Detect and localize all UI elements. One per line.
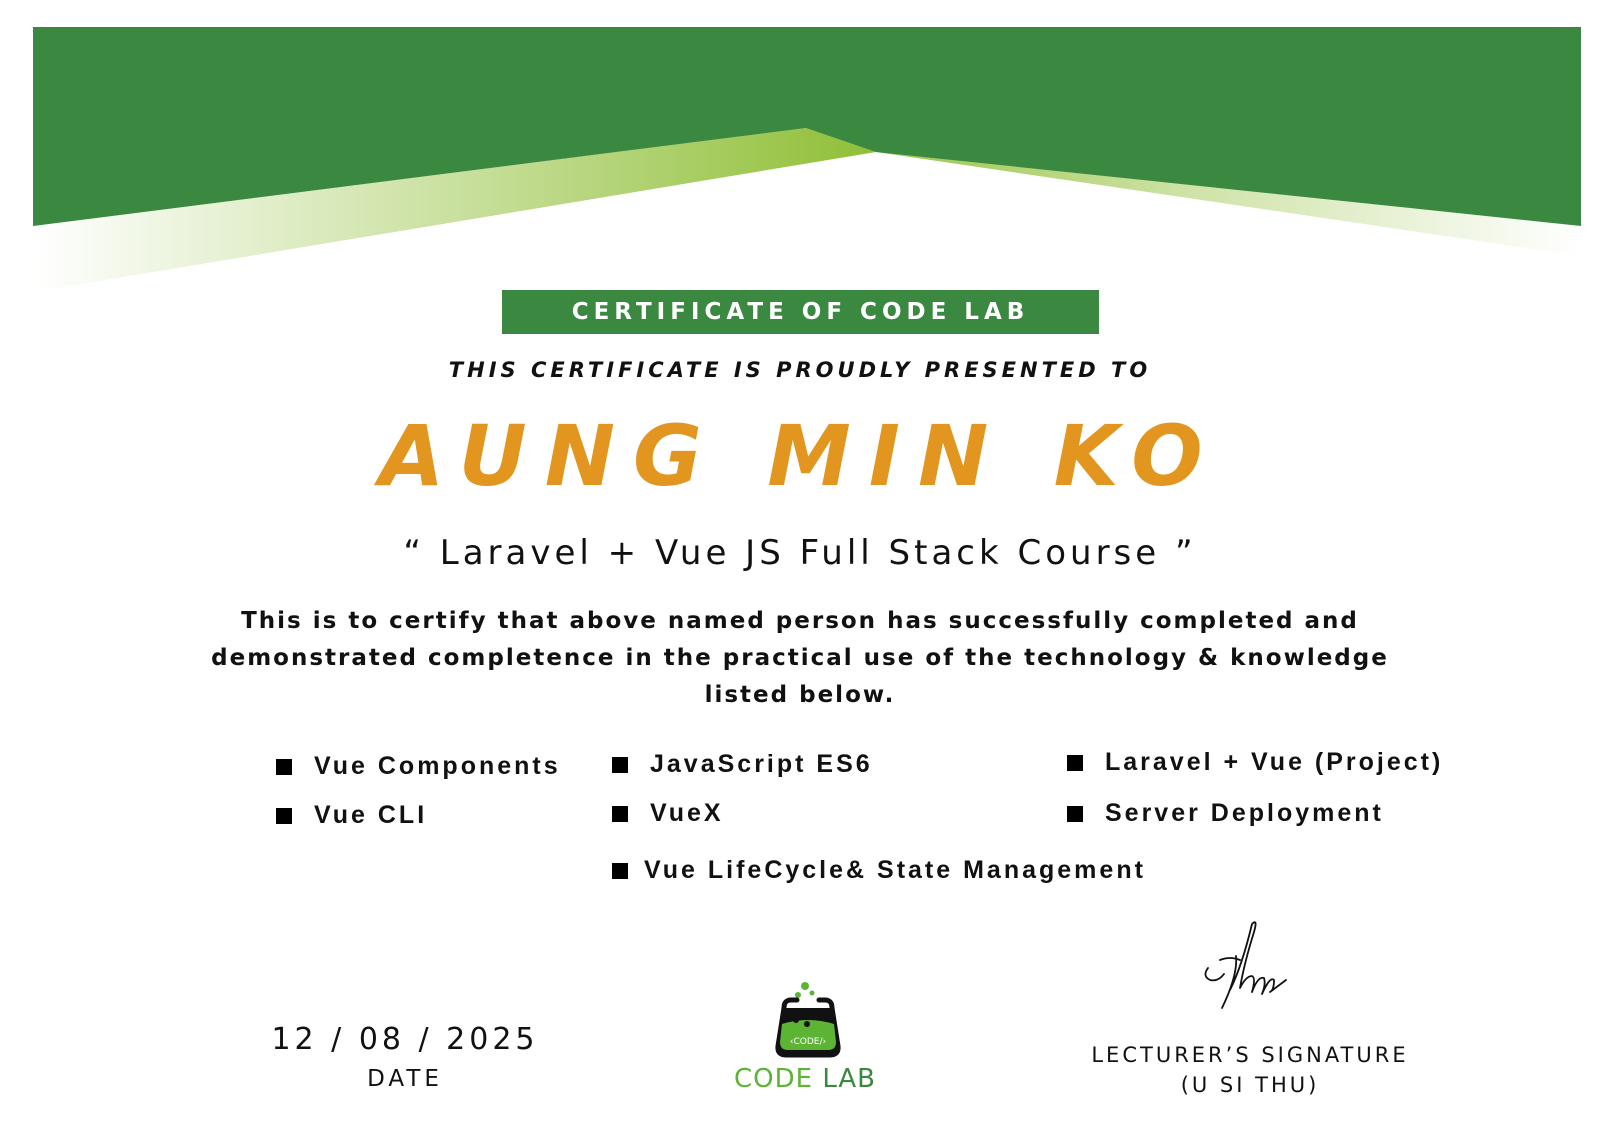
recipient-name: AUNG MIN KO bbox=[379, 407, 1221, 505]
certification-statement: This is to certify that above named pers… bbox=[211, 608, 1389, 708]
header-decoration bbox=[33, 27, 1581, 292]
skill-label: Vue CLI bbox=[314, 801, 428, 829]
logo-word-code: CODE bbox=[733, 1064, 814, 1094]
signature-block: LECTURER’S SIGNATURE (U SI THU) bbox=[1050, 1040, 1450, 1100]
skill-item: Laravel + Vue (Project) bbox=[1067, 748, 1443, 777]
logo-badge-text: ‹CODE/› bbox=[790, 1037, 826, 1047]
signature-name: (U SI THU) bbox=[1180, 1073, 1320, 1097]
signature-label: LECTURER’S SIGNATURE bbox=[1091, 1043, 1409, 1067]
skill-item: Vue LifeCycle& State Management bbox=[612, 856, 1146, 885]
skill-item: Vue Components bbox=[276, 752, 561, 781]
course-name: “ Laravel + Vue JS Full Stack Course ” bbox=[403, 533, 1197, 573]
date-label: DATE bbox=[367, 1066, 443, 1092]
code-lab-flask-icon: ‹CODE/› bbox=[775, 982, 841, 1058]
skill-label: Server Deployment bbox=[1105, 799, 1384, 827]
bullet-square-icon bbox=[276, 807, 292, 824]
skill-item: Vue CLI bbox=[276, 801, 427, 830]
bullet-square-icon bbox=[1067, 805, 1083, 822]
bullet-square-icon bbox=[612, 805, 628, 822]
bullet-square-icon bbox=[612, 862, 628, 879]
bullet-square-icon bbox=[276, 758, 292, 775]
bullet-square-icon bbox=[612, 756, 628, 773]
date-value: 12 / 08 / 2025 bbox=[271, 1022, 539, 1057]
logo-word-lab: LAB bbox=[822, 1064, 877, 1094]
skill-item: VueX bbox=[612, 799, 724, 828]
skill-label: Laravel + Vue (Project) bbox=[1105, 748, 1444, 776]
logo-wordmark: CODE LAB bbox=[700, 1064, 910, 1094]
skill-item: JavaScript ES6 bbox=[612, 750, 873, 779]
header-green-band bbox=[33, 27, 1581, 226]
handwritten-signature bbox=[1204, 921, 1287, 1009]
skill-label: JavaScript ES6 bbox=[650, 750, 873, 778]
skill-label: Vue LifeCycle& State Management bbox=[644, 856, 1146, 884]
skill-item: Server Deployment bbox=[1067, 799, 1384, 828]
bullet-square-icon bbox=[1067, 754, 1083, 771]
presented-to-line: THIS CERTIFICATE IS PROUDLY PRESENTED TO bbox=[448, 358, 1152, 382]
skill-label: Vue Components bbox=[314, 752, 561, 780]
certificate-title: CERTIFICATE OF CODE LAB bbox=[502, 290, 1099, 334]
skill-label: VueX bbox=[650, 799, 724, 827]
